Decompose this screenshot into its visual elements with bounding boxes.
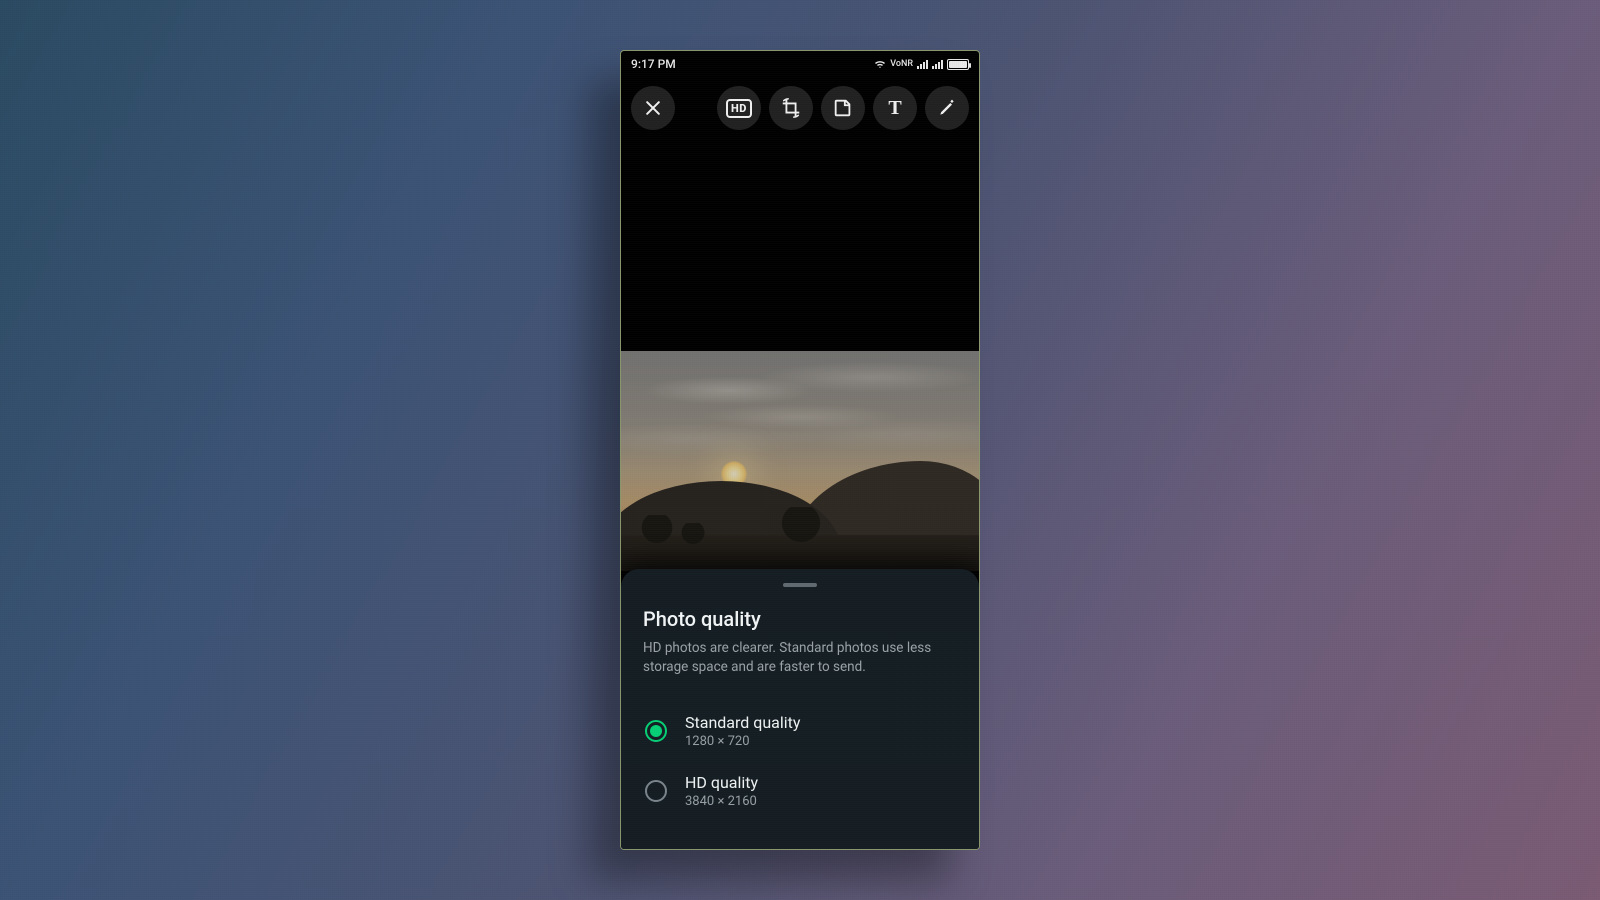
crop-rotate-icon <box>780 97 802 119</box>
signal-icon-1 <box>917 59 928 69</box>
editor-toolbar: HD T <box>621 77 979 139</box>
sticker-icon <box>832 97 854 119</box>
text-button[interactable]: T <box>873 86 917 130</box>
photo-scrim <box>621 351 979 571</box>
hd-icon: HD <box>726 99 752 118</box>
battery-icon: 95 <box>947 59 969 70</box>
radio-selected-icon <box>645 720 667 742</box>
draw-button[interactable] <box>925 86 969 130</box>
crop-rotate-button[interactable] <box>769 86 813 130</box>
close-icon <box>643 98 663 118</box>
option-resolution: 3840 × 2160 <box>685 794 758 809</box>
option-label: Standard quality <box>685 713 800 732</box>
option-standard-quality[interactable]: Standard quality 1280 × 720 <box>643 701 957 761</box>
close-button[interactable] <box>631 86 675 130</box>
wifi-icon <box>874 59 886 69</box>
hd-quality-button[interactable]: HD <box>717 86 761 130</box>
text-icon: T <box>888 97 901 120</box>
option-hd-quality[interactable]: HD quality 3840 × 2160 <box>643 761 957 821</box>
battery-percent: 95 <box>948 60 968 68</box>
status-indicators: VoNR 95 <box>874 59 969 70</box>
desktop-background: 9:17 PM VoNR 95 HD <box>0 0 1600 900</box>
network-label: VoNR <box>890 59 913 69</box>
sticker-button[interactable] <box>821 86 865 130</box>
sheet-title: Photo quality <box>643 607 957 631</box>
option-resolution: 1280 × 720 <box>685 734 800 749</box>
status-time: 9:17 PM <box>631 57 676 71</box>
phone-frame: 9:17 PM VoNR 95 HD <box>620 50 980 850</box>
sheet-grabber[interactable] <box>783 583 817 587</box>
photo-quality-sheet: Photo quality HD photos are clearer. Sta… <box>621 569 979 849</box>
status-bar: 9:17 PM VoNR 95 <box>621 51 979 77</box>
sheet-description: HD photos are clearer. Standard photos u… <box>643 639 957 677</box>
signal-icon-2 <box>932 59 943 69</box>
radio-unselected-icon <box>645 780 667 802</box>
pencil-icon <box>937 98 957 118</box>
option-label: HD quality <box>685 773 758 792</box>
